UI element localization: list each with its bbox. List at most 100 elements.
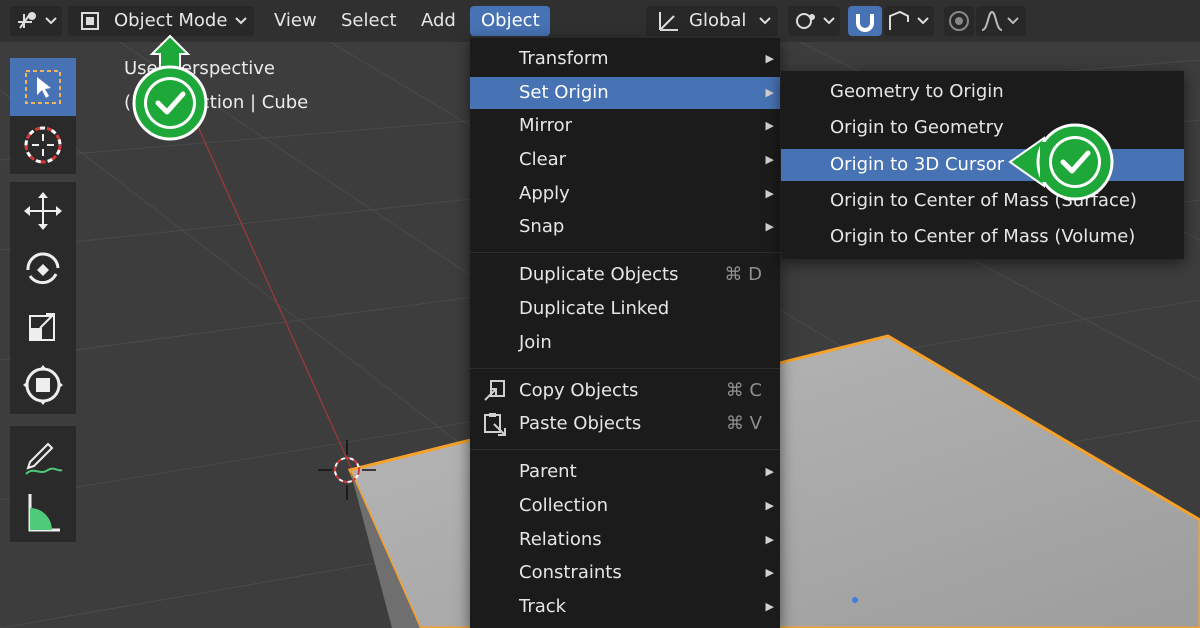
- menu-item-apply[interactable]: Apply ▶: [470, 178, 780, 210]
- submenu-arrow-icon: ▶: [765, 600, 774, 613]
- menu-item-label: Collection: [519, 495, 609, 516]
- menu-add[interactable]: Add: [411, 6, 467, 36]
- object-menu: Transform ▶ Set Origin ▶ Mirror ▶ Clear …: [470, 38, 780, 628]
- menu-object-label: Object: [481, 10, 540, 31]
- menu-item-label: Origin to Center of Mass (Volume): [830, 226, 1136, 247]
- submenu-arrow-icon: ▶: [765, 119, 774, 132]
- menu-item-relations[interactable]: Relations ▶: [470, 524, 780, 556]
- shortcut-label: ⌘ C: [725, 380, 762, 401]
- menu-item-join[interactable]: Join: [470, 327, 780, 359]
- shortcut-label: ⌘ V: [725, 413, 762, 434]
- pivot-point-dropdown[interactable]: [788, 6, 840, 36]
- menu-item-label: Relations: [519, 529, 602, 550]
- submenu-arrow-icon: ▶: [765, 86, 774, 99]
- falloff-dropdown[interactable]: [976, 6, 1026, 36]
- menu-item-label: Constraints: [519, 562, 622, 583]
- chevron-down-icon: [759, 17, 771, 25]
- menu-separator: [470, 252, 780, 253]
- submenu-arrow-icon: ▶: [765, 153, 774, 166]
- measure-icon: [28, 494, 60, 532]
- submenu-arrow-icon: ▶: [765, 533, 774, 546]
- paste-icon: [484, 413, 506, 436]
- snap-target-icon: [889, 10, 929, 30]
- submenu-arrow-icon: ▶: [765, 465, 774, 478]
- menu-item-duplicate-objects[interactable]: Duplicate Objects ⌘ D: [470, 259, 780, 291]
- menu-item-label: Origin to Geometry: [830, 117, 1004, 138]
- tool-cursor[interactable]: [10, 116, 76, 174]
- menu-item-label: Duplicate Linked: [519, 298, 670, 319]
- menu-object[interactable]: Object: [470, 6, 550, 36]
- orientation-icon: [659, 12, 678, 31]
- submenu-arrow-icon: ▶: [765, 187, 774, 200]
- menu-item-label: Snap: [519, 216, 565, 237]
- transform-icon: [23, 365, 63, 405]
- pivot-icon: [796, 13, 835, 29]
- tool-annotate[interactable]: [10, 426, 76, 484]
- tool-move[interactable]: [10, 182, 76, 240]
- shortcut-label: ⌘ D: [724, 264, 762, 285]
- proportional-editing-toggle[interactable]: [944, 6, 974, 36]
- menu-item-constraints[interactable]: Constraints ▶: [470, 557, 780, 589]
- menu-view-label: View: [274, 10, 317, 31]
- submenu-arrow-icon: ▶: [765, 499, 774, 512]
- menu-item-parent[interactable]: Parent ▶: [470, 456, 780, 488]
- menu-item-label: Origin to 3D Cursor: [830, 154, 1005, 175]
- move-icon: [24, 192, 62, 230]
- menu-view[interactable]: View: [263, 6, 327, 36]
- menu-item-mirror[interactable]: Mirror ▶: [470, 110, 780, 142]
- tool-rotate[interactable]: [10, 240, 76, 298]
- orientation-label: Global: [689, 10, 747, 31]
- snap-target-dropdown[interactable]: [884, 6, 934, 36]
- menu-item-label: Mirror: [519, 115, 573, 136]
- menu-item-label: Duplicate Objects: [519, 264, 679, 285]
- menu-item-label: Clear: [519, 149, 567, 170]
- menu-item-label: Apply: [519, 183, 570, 204]
- cursor-icon: [24, 126, 62, 164]
- submenu-arrow-icon: ▶: [765, 52, 774, 65]
- menu-item-duplicate-linked[interactable]: Duplicate Linked: [470, 293, 780, 325]
- menu-item-label: Set Origin: [519, 82, 609, 103]
- menu-item-label: Copy Objects: [519, 380, 639, 401]
- menu-add-label: Add: [421, 10, 456, 31]
- magnet-icon: [856, 14, 874, 32]
- menu-item-label: Geometry to Origin: [830, 81, 1004, 102]
- tool-transform[interactable]: [10, 356, 76, 414]
- tool-scale[interactable]: [10, 298, 76, 356]
- checkmark-callout-mode: [132, 34, 208, 141]
- menu-select[interactable]: Select: [330, 6, 408, 36]
- tool-measure[interactable]: [10, 484, 76, 542]
- menu-separator: [470, 368, 780, 369]
- menu-select-label: Select: [341, 10, 397, 31]
- editor-type-button[interactable]: [10, 6, 62, 36]
- submenu-item-geometry-to-origin[interactable]: Geometry to Origin: [781, 76, 1184, 108]
- menu-item-set-origin[interactable]: Set Origin ▶: [470, 77, 780, 109]
- chevron-down-icon: [235, 17, 247, 25]
- menu-item-paste-objects[interactable]: Paste Objects ⌘ V: [470, 408, 780, 440]
- snap-toggle[interactable]: [848, 6, 882, 36]
- menu-separator: [470, 449, 780, 450]
- submenu-arrow-icon: ▶: [765, 566, 774, 579]
- menu-item-transform[interactable]: Transform ▶: [470, 43, 780, 75]
- rotate-icon: [26, 252, 60, 285]
- transform-orientation-dropdown[interactable]: Global: [646, 6, 778, 36]
- menu-item-label: Parent: [519, 461, 577, 482]
- menu-item-copy-objects[interactable]: Copy Objects ⌘ C: [470, 375, 780, 407]
- checkmark-callout-origin: [1008, 123, 1114, 201]
- menu-item-collection[interactable]: Collection ▶: [470, 490, 780, 522]
- proportional-edit-icon: [949, 11, 969, 31]
- origin-dot: [852, 597, 858, 603]
- copy-icon: [484, 380, 505, 401]
- tool-select-box[interactable]: [10, 58, 76, 116]
- menu-item-clear[interactable]: Clear ▶: [470, 144, 780, 176]
- menu-item-label: Paste Objects: [519, 413, 642, 434]
- submenu-item-origin-to-center-of-mass-volume[interactable]: Origin to Center of Mass (Volume): [781, 221, 1184, 253]
- editor-type-icon: [18, 12, 57, 29]
- annotate-icon: [25, 442, 63, 475]
- menu-item-track[interactable]: Track ▶: [470, 591, 780, 623]
- scale-icon: [29, 313, 55, 341]
- falloff-curve-icon: [981, 10, 1019, 31]
- submenu-arrow-icon: ▶: [765, 220, 774, 233]
- object-mode-icon: [81, 12, 99, 30]
- menu-item-snap[interactable]: Snap ▶: [470, 211, 780, 243]
- menu-item-label: Join: [519, 332, 552, 353]
